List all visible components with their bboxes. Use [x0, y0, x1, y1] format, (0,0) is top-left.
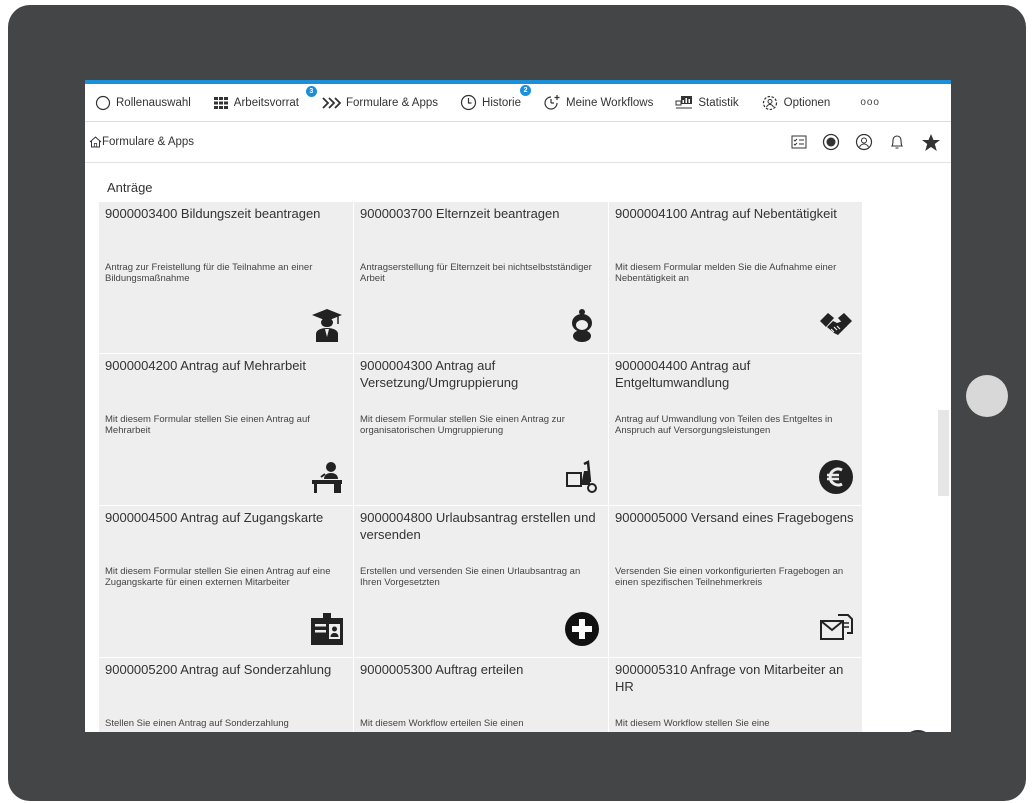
tile-title: 9000004100 Antrag auf Nebentätigkeit	[615, 206, 837, 221]
graduate-icon	[312, 309, 342, 342]
desk-worker-icon	[312, 462, 342, 493]
count-badge: 3	[305, 85, 317, 97]
tile-description: Stellen Sie einen Antrag auf Sonderzahlu…	[105, 718, 289, 729]
tile-title: 9000003400 Bildungszeit beantragen	[105, 206, 321, 221]
nav-item-optionen[interactable]: Optionen	[761, 94, 831, 112]
tile-grid: 9000003400 Bildungszeit beantragen Antra…	[99, 202, 862, 732]
header-actions	[791, 133, 951, 152]
nav-label: Statistik	[698, 96, 739, 109]
tile-title: 9000003700 Elternzeit beantragen	[360, 206, 560, 221]
tile-title: 9000004400 Antrag auf Entgeltumwandlung	[615, 358, 751, 390]
app-screen: Rollenauswahl Arbeitsvorrat 3 Formulare …	[85, 80, 951, 732]
nav-item-arbeitsvorrat[interactable]: Arbeitsvorrat 3	[213, 85, 317, 111]
checklist-icon[interactable]	[791, 134, 807, 150]
bell-icon[interactable]	[888, 133, 906, 151]
more-menu-icon[interactable]: ooo	[860, 97, 880, 108]
app-tile[interactable]: 9000003700 Elternzeit beantragen Antrags…	[354, 202, 608, 353]
app-tile[interactable]: 9000003400 Bildungszeit beantragen Antra…	[99, 202, 353, 353]
circle-icon	[95, 95, 111, 110]
id-card-icon	[311, 613, 343, 645]
app-tile[interactable]: 9000004200 Antrag auf Mehrarbeit Mit die…	[99, 354, 353, 505]
nav-label: Optionen	[783, 96, 831, 109]
settings-users-icon	[762, 95, 777, 110]
app-tile[interactable]: 9000005200 Antrag auf Sonderzahlung Stel…	[99, 658, 353, 732]
tile-description: Antrag auf Umwandlung von Teilen des Ent…	[615, 414, 833, 436]
tile-title: 9000005310 Anfrage von Mitarbeiter an HR	[615, 662, 844, 694]
breadcrumb[interactable]: Formulare & Apps	[89, 136, 194, 148]
nav-item-historie[interactable]: Historie 2	[460, 85, 532, 111]
tile-description: Mit diesem Formular melden Sie die Aufna…	[615, 262, 837, 284]
app-tile[interactable]: 9000004500 Antrag auf Zugangskarte Mit d…	[99, 506, 353, 657]
tile-title: 9000005200 Antrag auf Sonderzahlung	[105, 662, 332, 677]
statistics-icon	[675, 95, 693, 108]
home-icon	[89, 136, 102, 148]
tile-description: Antrag zur Freistellung für die Teilnahm…	[105, 262, 313, 284]
tile-description: Mit diesem Workflow erteilen Sie einen	[360, 718, 524, 729]
nav-item-meine-workflows[interactable]: Meine Workflows	[543, 94, 653, 111]
section-title: Anträge	[107, 180, 153, 195]
app-tile[interactable]: 9000004800 Urlaubsantrag erstellen und v…	[354, 506, 608, 657]
tile-description: Erstellen und versenden Sie einen Urlaub…	[360, 566, 581, 588]
tile-title: 9000004300 Antrag auf Versetzung/Umgrupp…	[360, 358, 519, 390]
subheader: Formulare & Apps	[85, 122, 951, 163]
workflow-icon	[544, 95, 560, 110]
chevrons-right-icon	[322, 96, 341, 109]
nav-label: Historie	[482, 96, 522, 109]
scrollbar-thumb[interactable]	[938, 410, 949, 496]
user-circle-icon[interactable]	[855, 133, 873, 151]
nav-label: Arbeitsvorrat	[233, 96, 299, 109]
count-badge: 2	[520, 85, 532, 96]
nav-item-rollenauswahl[interactable]: Rollenauswahl	[95, 95, 191, 111]
euro-icon	[819, 460, 853, 494]
nav-label: Rollenauswahl	[116, 96, 191, 109]
home-button[interactable]	[966, 375, 1008, 417]
clock-icon	[460, 94, 477, 111]
app-tile[interactable]: 9000005000 Versand eines Fragebogens Ver…	[609, 506, 862, 657]
scroll-to-top-button[interactable]	[902, 730, 934, 732]
tile-title: 9000004200 Antrag auf Mehrarbeit	[105, 358, 306, 373]
breadcrumb-label: Formulare & Apps	[102, 136, 195, 148]
tile-description: Mit diesem Formular stellen Sie einen An…	[360, 414, 565, 436]
chevron-up-icon	[902, 730, 934, 732]
plus-circle-icon	[565, 612, 599, 646]
record-icon[interactable]	[822, 133, 840, 151]
grid-icon	[213, 96, 228, 109]
handshake-icon	[820, 313, 852, 335]
tile-title: 9000005300 Auftrag erteilen	[360, 662, 524, 677]
app-tile[interactable]: 9000004400 Antrag auf Entgeltumwandlung …	[609, 354, 862, 505]
app-tile[interactable]: 9000005300 Auftrag erteilen Mit diesem W…	[354, 658, 608, 732]
app-tile[interactable]: 9000005310 Anfrage von Mitarbeiter an HR…	[609, 658, 862, 732]
baby-icon	[572, 309, 592, 342]
app-tile[interactable]: 9000004100 Antrag auf Nebentätigkeit Mit…	[609, 202, 862, 353]
envelope-icon	[820, 614, 853, 640]
star-icon[interactable]	[921, 133, 941, 152]
tile-title: 9000004500 Antrag auf Zugangskarte	[105, 510, 324, 525]
tile-description: Antragserstellung für Elternzeit bei nic…	[360, 262, 592, 284]
tile-title: 9000004800 Urlaubsantrag erstellen und v…	[360, 510, 596, 542]
main-nav: Rollenauswahl Arbeitsvorrat 3 Formulare …	[85, 84, 951, 122]
tile-title: 9000005000 Versand eines Fragebogens	[615, 510, 854, 525]
tile-description: Versenden Sie einen vorkonfigurierten Fr…	[615, 566, 844, 588]
nav-item-statistik[interactable]: Statistik	[675, 95, 739, 111]
tile-description: Mit diesem Formular stellen Sie einen An…	[105, 414, 310, 436]
content-area: Anträge 9000003400 Bildungszeit beantrag…	[85, 162, 951, 732]
tile-description: Mit diesem Formular stellen Sie einen An…	[105, 566, 331, 588]
nav-item-formulare[interactable]: Formulare & Apps	[321, 95, 438, 111]
moving-box-icon	[566, 460, 597, 493]
nav-label: Meine Workflows	[566, 96, 654, 109]
nav-label: Formulare & Apps	[345, 96, 439, 109]
app-tile[interactable]: 9000004300 Antrag auf Versetzung/Umgrupp…	[354, 354, 608, 505]
tile-description: Mit diesem Workflow stellen Sie eine	[615, 718, 770, 729]
